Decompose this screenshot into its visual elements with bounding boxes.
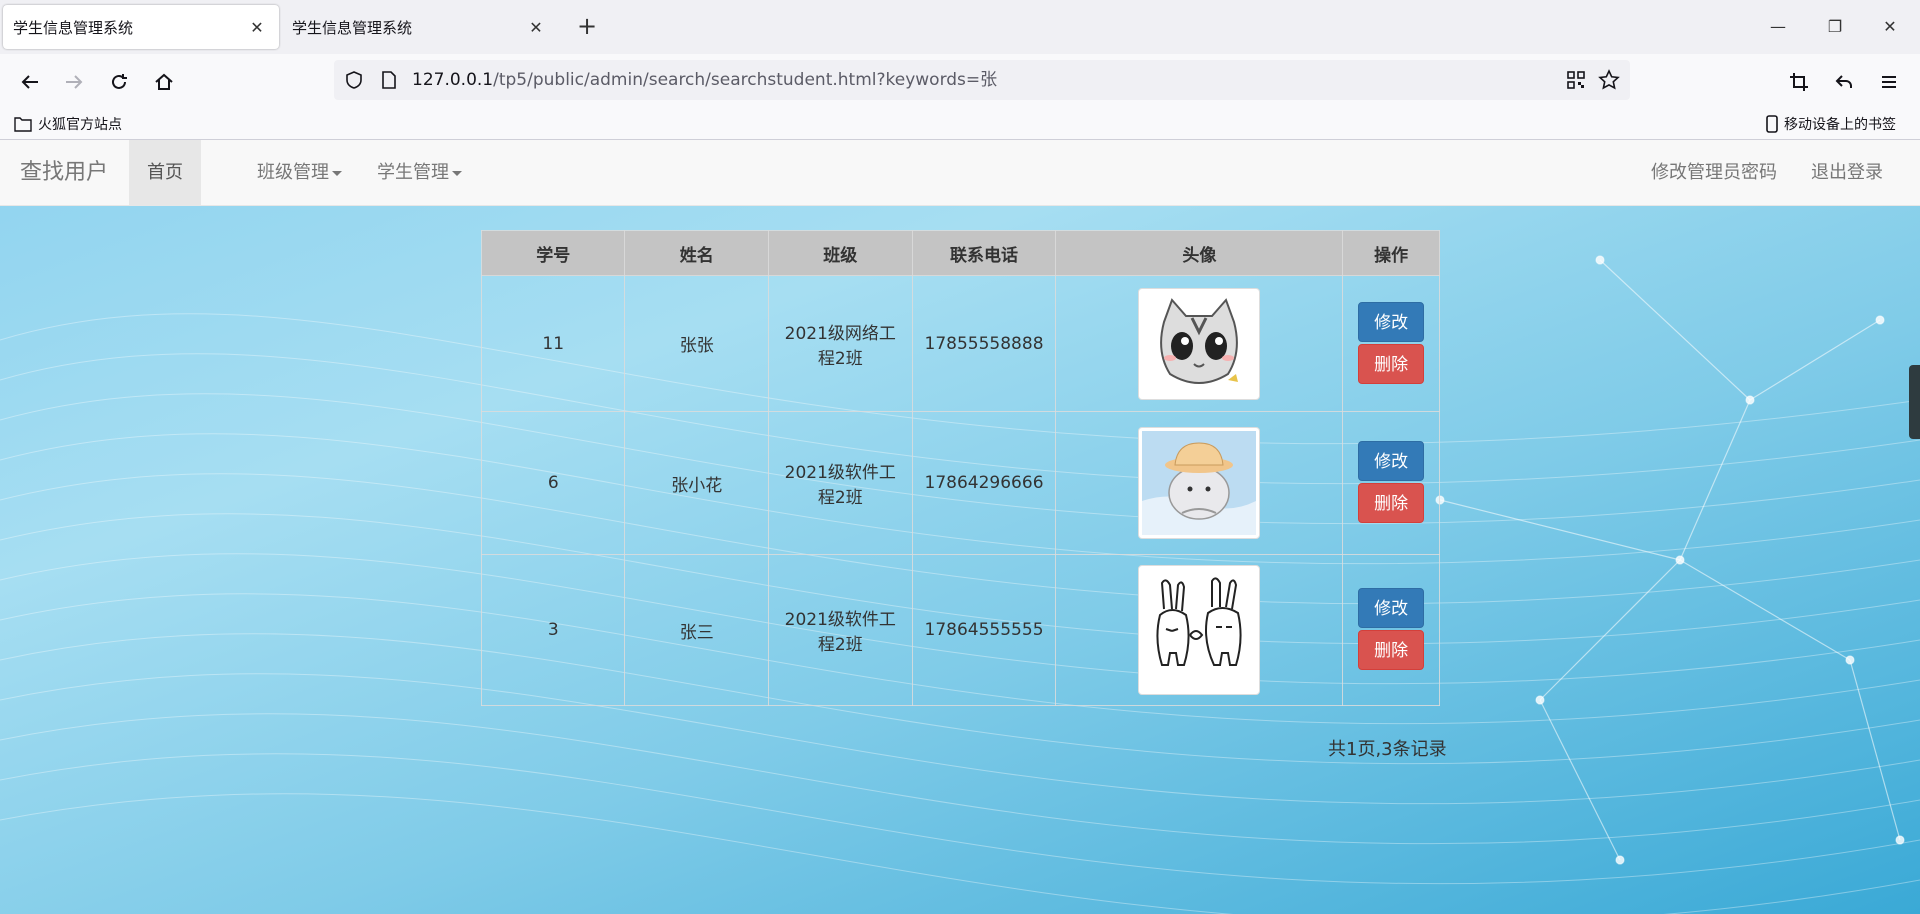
cell-class: 2021级网络工 程2班: [767, 275, 913, 412]
class-line: 程2班: [817, 488, 863, 508]
close-tab-icon[interactable]: ✕: [245, 18, 269, 37]
edit-button[interactable]: 修改: [1358, 301, 1425, 342]
cell-actions: 修改 删除: [1342, 411, 1440, 555]
cell-avatar: [1055, 275, 1344, 412]
browser-tab-strip: 学生信息管理系统 ✕ 学生信息管理系统 ✕ + — ❐ ✕: [0, 0, 1920, 54]
shield-icon[interactable]: [344, 70, 364, 90]
cell-phone: 17855558888: [911, 275, 1057, 412]
folder-icon: [14, 117, 32, 132]
cell-class: 2021级软件工 程2班: [767, 554, 913, 706]
tab-title: 学生信息管理系统: [13, 18, 134, 37]
caret-down-icon: [332, 170, 342, 176]
class-line: 2021级软件工: [784, 463, 896, 483]
tab-active[interactable]: 学生信息管理系统 ✕: [3, 5, 279, 49]
minimize-icon[interactable]: —: [1758, 12, 1798, 42]
class-line: 2021级软件工: [784, 610, 896, 630]
browser-toolbar: 127.0.0.1/tp5/public/admin/search/search…: [0, 54, 1920, 108]
cell-id: 6: [480, 411, 626, 555]
pagination-summary: 共1页,3条记录: [1328, 739, 1447, 760]
hat-bear-avatar-image: [1138, 427, 1261, 539]
class-line: 2021级网络工: [784, 323, 896, 344]
bookmarks-bar: 火狐官方站点 移动设备上的书签: [0, 108, 1920, 140]
class-line: 程2班: [817, 348, 863, 369]
cell-class: 2021级软件工 程2班: [767, 411, 913, 555]
cell-avatar: [1055, 411, 1344, 555]
cell-actions: 修改 删除: [1342, 275, 1440, 412]
bookmark-label: 火狐官方站点: [38, 117, 122, 133]
forward-icon[interactable]: [58, 66, 90, 98]
bookmark-firefox-official[interactable]: 火狐官方站点: [14, 108, 122, 140]
nav-class-management[interactable]: 班级管理: [239, 140, 360, 206]
address-bar[interactable]: 127.0.0.1/tp5/public/admin/search/search…: [334, 60, 1630, 100]
nav-change-admin-password[interactable]: 修改管理员密码: [1633, 140, 1795, 206]
side-panel-grip[interactable]: [1909, 365, 1920, 439]
cell-actions: 修改 删除: [1342, 554, 1440, 706]
delete-button[interactable]: 删除: [1358, 630, 1425, 670]
mobile-device-icon: [1766, 115, 1778, 133]
cell-id: 3: [480, 554, 626, 706]
column-header: 联系电话: [911, 230, 1057, 276]
app-navbar: 查找用户 首页 班级管理 学生管理 修改管理员密码 退出登录: [0, 140, 1920, 206]
cell-id: 11: [480, 275, 626, 412]
cell-name: 张张: [624, 275, 769, 412]
table-header-row: 学号 姓名 班级 联系电话 头像 操作: [480, 230, 1440, 276]
delete-button[interactable]: 删除: [1358, 343, 1425, 384]
column-header: 学号: [480, 230, 626, 276]
bookmark-star-icon[interactable]: [1598, 69, 1620, 91]
delete-button[interactable]: 删除: [1358, 483, 1425, 523]
column-header: 班级: [767, 230, 913, 276]
home-icon[interactable]: [148, 66, 180, 98]
url-text: 127.0.0.1/tp5/public/admin/search/search…: [412, 70, 998, 90]
bookmark-label: 移动设备上的书签: [1784, 117, 1896, 133]
cell-name: 张小花: [624, 411, 769, 555]
edit-button[interactable]: 修改: [1358, 588, 1425, 628]
screenshot-crop-icon[interactable]: [1783, 66, 1815, 98]
column-header: 操作: [1342, 230, 1440, 276]
restore-icon[interactable]: ❐: [1815, 12, 1855, 42]
cell-avatar: [1055, 554, 1344, 706]
nav-class-management-label: 班级管理: [257, 162, 329, 183]
edit-button[interactable]: 修改: [1358, 441, 1425, 481]
page-content: 查找用户 首页 班级管理 学生管理 修改管理员密码 退出登录 学号 姓名 班级 …: [0, 140, 1920, 914]
menu-icon[interactable]: [1873, 66, 1905, 98]
app-brand[interactable]: 查找用户: [20, 140, 108, 206]
class-line: 程2班: [817, 635, 863, 655]
nav-student-management[interactable]: 学生管理: [359, 140, 480, 206]
page-icon: [382, 71, 396, 89]
nav-logout[interactable]: 退出登录: [1793, 140, 1901, 206]
undo-icon[interactable]: [1828, 66, 1860, 98]
tab-inactive[interactable]: 学生信息管理系统 ✕: [282, 5, 558, 49]
column-header: 姓名: [624, 230, 769, 276]
student-table: 学号 姓名 班级 联系电话 头像 操作 11 张张 2021级网络工 程2班 17…: [480, 230, 1440, 706]
cat-avatar-image: [1138, 287, 1261, 400]
close-tab-icon[interactable]: ✕: [524, 18, 548, 37]
column-header: 头像: [1055, 230, 1344, 276]
bookmark-mobile[interactable]: 移动设备上的书签: [1766, 108, 1896, 140]
close-window-icon[interactable]: ✕: [1870, 12, 1910, 42]
new-tab-icon[interactable]: +: [572, 12, 602, 42]
cell-name: 张三: [624, 554, 769, 706]
nav-home[interactable]: 首页: [129, 140, 201, 206]
nav-student-management-label: 学生管理: [377, 162, 449, 183]
table-row: 6 张小花 2021级软件工 程2班 17864296666 修改 删除: [480, 411, 1440, 555]
back-icon[interactable]: [14, 66, 46, 98]
tab-title: 学生信息管理系统: [292, 18, 413, 37]
table-row: 11 张张 2021级网络工 程2班 17855558888 修改 删除: [480, 275, 1440, 412]
cell-phone: 17864296666: [911, 411, 1057, 555]
reload-icon[interactable]: [103, 66, 135, 98]
rabbits-avatar-image: [1138, 565, 1261, 695]
qr-code-icon[interactable]: [1566, 70, 1586, 90]
cell-phone: 17864555555: [911, 554, 1057, 706]
table-row: 3 张三 2021级软件工 程2班 17864555555 修改 删除: [480, 554, 1440, 706]
caret-down-icon: [452, 170, 462, 176]
